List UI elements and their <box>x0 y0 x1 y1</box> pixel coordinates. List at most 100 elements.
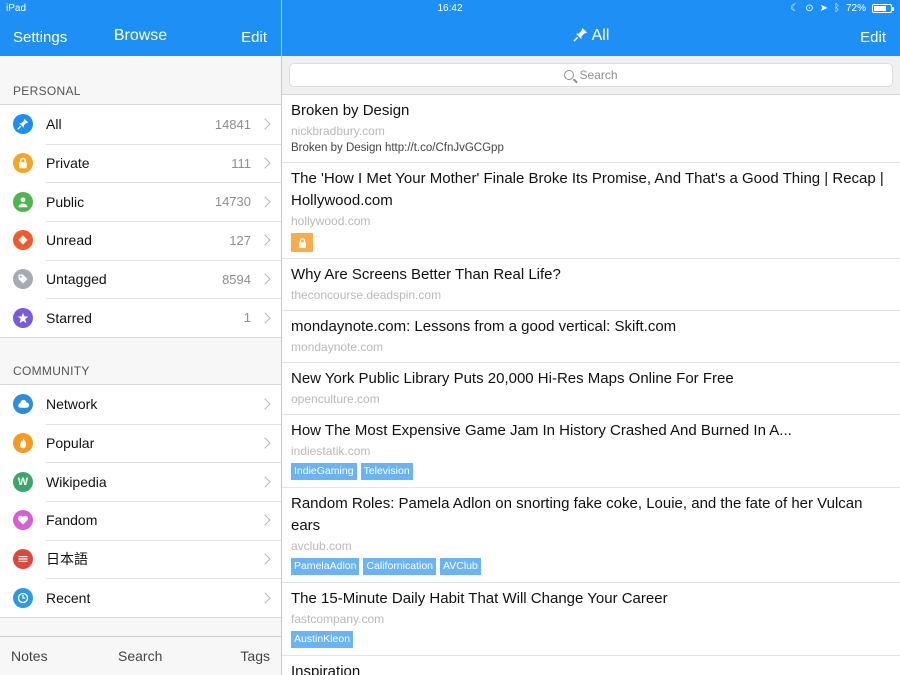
bookmark-item[interactable]: Why Are Screens Better Than Real Life? th… <box>282 259 900 311</box>
sidebar-item-fandom[interactable]: Fandom <box>0 501 281 540</box>
bookmark-url: mondaynote.com <box>291 340 384 354</box>
top-bar: iPad 16:42 ☾ ⊙ ➤ ᛒ 72% Settings Browse E… <box>0 0 900 56</box>
sidebar-item-starred[interactable]: Starred 1 <box>0 298 281 337</box>
sidebar-item-label: Private <box>46 155 90 172</box>
personal-list: All 14841 Private 111 Public 14730 Unread 127 Un… <box>0 104 281 339</box>
bookmark-item[interactable]: Broken by Design nickbradbury.com Broken b… <box>282 95 900 163</box>
chevron-right-icon <box>259 118 271 131</box>
cloud-icon <box>13 394 33 415</box>
tab-notes[interactable]: Notes <box>11 648 48 664</box>
item-count: 1 <box>243 310 251 326</box>
bookmark-item[interactable]: Inspiration <box>282 656 900 675</box>
chevron-right-icon <box>259 196 271 208</box>
star-icon <box>13 307 33 328</box>
bookmark-title[interactable]: mondaynote.com: Lessons from a good vert… <box>291 316 891 338</box>
tag-chip[interactable]: AVClub <box>440 558 481 575</box>
sidebar-item-日本語[interactable]: 日本語 <box>0 539 281 579</box>
chevron-right-icon <box>259 476 271 488</box>
item-count: 14730 <box>214 194 251 210</box>
search-input[interactable]: Search <box>289 63 893 87</box>
chevron-right-icon <box>259 553 271 565</box>
sidebar-item-recent[interactable]: Recent <box>0 578 281 617</box>
sidebar-item-private[interactable]: Private 111 <box>0 143 281 183</box>
sidebar-item-label: Unread <box>46 232 92 249</box>
bookmark-item[interactable]: Random Roles: Pamela Adlon on snorting f… <box>282 488 900 583</box>
sidebar-item-public[interactable]: Public 14730 <box>0 182 281 221</box>
pin-icon <box>573 27 587 42</box>
bookmark-item[interactable]: The 'How I Met Your Mother' Finale Broke… <box>282 163 900 259</box>
search-icon <box>564 70 575 80</box>
main-edit-button[interactable]: Edit <box>860 29 886 46</box>
sidebar-tab-bar: Notes Search Tags <box>0 636 281 675</box>
status-bar: iPad 16:42 ☾ ⊙ ➤ ᛒ 72% <box>0 0 900 18</box>
bookmark-list[interactable]: Broken by Design nickbradbury.com Broken b… <box>282 95 900 675</box>
sidebar-item-untagged[interactable]: Untagged 8594 <box>0 259 281 299</box>
tag-chip[interactable]: Californication <box>363 558 437 575</box>
sidebar-item-label: Untagged <box>46 271 107 288</box>
unread-diamond-icon <box>13 230 33 251</box>
bookmark-url: hollywood.com <box>291 214 371 228</box>
battery-percent: 72% <box>845 3 866 14</box>
item-count: 8594 <box>222 271 251 287</box>
tag-list: IndieGaming Television <box>291 463 891 480</box>
search-placeholder: Search <box>579 68 618 82</box>
bookmark-title[interactable]: Random Roles: Pamela Adlon on snorting f… <box>291 493 891 537</box>
community-section-header: COMMUNITY <box>13 364 90 378</box>
bookmark-title[interactable]: How The Most Expensive Game Jam In Histo… <box>291 420 891 442</box>
bookmark-url: openculture.com <box>291 392 380 406</box>
community-list: Network Popular W Wikipedia Fandom 日本語 Recent <box>0 384 281 619</box>
search-bar: Search <box>282 56 900 95</box>
tag-icon <box>13 269 33 290</box>
bookmark-title[interactable]: The 'How I Met Your Mother' Finale Broke… <box>291 168 891 212</box>
lock-icon <box>13 153 33 174</box>
sidebar-item-label: Popular <box>46 435 95 452</box>
bookmark-item[interactable]: How The Most Expensive Game Jam In Histo… <box>282 415 900 488</box>
bookmark-url: theconcourse.deadspin.com <box>291 288 442 302</box>
sidebar-item-all[interactable]: All 14841 <box>0 105 281 144</box>
tag-chip[interactable]: IndieGaming <box>291 463 357 480</box>
sidebar-item-wikipedia[interactable]: W Wikipedia <box>0 462 281 501</box>
sidebar-item-label: Fandom <box>46 512 98 529</box>
item-count: 111 <box>231 155 251 171</box>
sidebar-item-unread[interactable]: Unread 127 <box>0 221 281 260</box>
main-title: All <box>282 27 900 45</box>
wikipedia-icon: W <box>13 471 33 492</box>
person-icon <box>13 191 33 212</box>
bookmark-url: avclub.com <box>291 539 352 553</box>
flame-icon <box>13 433 33 454</box>
sidebar-item-network[interactable]: Network <box>0 385 281 424</box>
tag-chip[interactable]: PamelaAdlon <box>291 558 360 575</box>
chevron-right-icon <box>259 157 271 169</box>
bookmark-title[interactable]: New York Public Library Puts 20,000 Hi-R… <box>291 368 891 390</box>
location-icon: ➤ <box>819 3 828 14</box>
bookmark-item[interactable]: The 15-Minute Daily Habit That Will Chan… <box>282 583 900 656</box>
tab-search[interactable]: Search <box>118 648 162 664</box>
bookmark-title[interactable]: The 15-Minute Daily Habit That Will Chan… <box>291 588 891 610</box>
sidebar-item-popular[interactable]: Popular <box>0 423 281 463</box>
tag-chip[interactable]: AustinKleon <box>291 631 354 648</box>
sidebar-title: Browse <box>113 27 168 44</box>
tag-chip[interactable]: Television <box>360 463 413 480</box>
heart-icon <box>13 510 33 531</box>
sidebar-edit-button[interactable]: Edit <box>241 29 267 46</box>
bookmark-url: nickbradbury.com <box>291 124 385 138</box>
bookmark-item[interactable]: mondaynote.com: Lessons from a good vert… <box>282 311 900 363</box>
bookmark-title[interactable]: Why Are Screens Better Than Real Life? <box>291 264 891 286</box>
bookmark-item[interactable]: New York Public Library Puts 20,000 Hi-R… <box>282 363 900 415</box>
chevron-right-icon <box>259 234 271 247</box>
personal-section-header: PERSONAL <box>13 84 81 98</box>
tag-list: AustinKleon <box>291 631 891 648</box>
chevron-right-icon <box>259 273 271 285</box>
sidebar-item-label: All <box>46 116 62 133</box>
bookmark-title[interactable]: Broken by Design <box>291 100 891 122</box>
bookmark-title[interactable]: Inspiration <box>291 661 891 675</box>
sidebar-item-label: Network <box>46 396 98 413</box>
chevron-right-icon <box>259 398 271 411</box>
sidebar-item-label: Public <box>46 193 85 210</box>
battery-icon <box>872 4 894 13</box>
rotation-lock-icon: ⊙ <box>805 3 814 14</box>
japan-icon <box>13 549 33 570</box>
sidebar: PERSONAL All 14841 Private 111 Public 14730 Un… <box>0 56 281 675</box>
sidebar-item-label: Starred <box>46 309 92 326</box>
tab-tags[interactable]: Tags <box>240 648 270 664</box>
